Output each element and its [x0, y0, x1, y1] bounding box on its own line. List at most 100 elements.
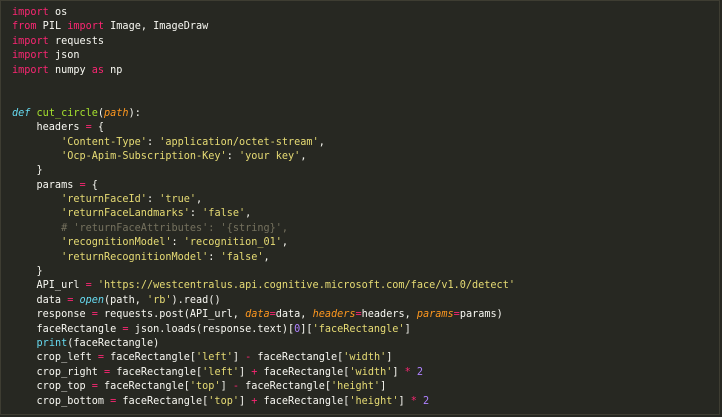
code-token: ][ — [300, 323, 313, 335]
code-token: cut_circle — [36, 107, 98, 119]
code-token: { — [91, 122, 105, 134]
code-token: 2 — [416, 366, 424, 378]
code-token: crop_left — [12, 352, 98, 364]
code-token: faceRectangle[ — [116, 395, 209, 407]
code-line[interactable]: API_url = 'https://westcentralus.api.cog… — [12, 279, 515, 293]
code-editor[interactable]: import os from PIL import Image, ImageDra… — [0, 0, 720, 415]
code-token: , — [300, 150, 307, 162]
code-line[interactable]: 'returnFaceLandmarks': 'false', — [12, 207, 515, 221]
code-line[interactable]: 'returnFaceId': 'true', — [12, 193, 515, 207]
code-token: ] — [380, 381, 387, 393]
code-token: 'left' — [202, 366, 239, 378]
code-token: json — [48, 50, 80, 62]
code-token: os — [48, 7, 68, 18]
code-token: 'top' — [189, 381, 221, 393]
code-token: requests.post(API_url, — [97, 309, 246, 321]
code-line[interactable]: import json — [12, 49, 515, 63]
code-line[interactable] — [12, 78, 515, 92]
code-token: (faceRectangle) — [67, 337, 160, 349]
code-token: ] — [238, 366, 252, 378]
code-token: 'returnFaceLandmarks' — [61, 208, 190, 220]
code-token: : — [171, 237, 184, 249]
code-token: 'height' — [349, 395, 399, 407]
code-line[interactable]: crop_right = faceRectangle['left'] + fac… — [12, 366, 515, 380]
code-line[interactable]: import numpy as np — [12, 64, 515, 78]
code-line[interactable]: crop_bottom = faceRectangle['top'] + fac… — [12, 395, 515, 409]
code-token: faceRectangle — [12, 323, 123, 335]
code-line[interactable]: } — [12, 164, 515, 178]
code-line[interactable]: from PIL import Image, ImageDraw — [12, 20, 515, 34]
code-token: faceRectangle[ — [110, 366, 203, 378]
code-token: 2 — [423, 395, 430, 407]
code-token: print — [36, 337, 68, 349]
code-line[interactable]: crop_left = faceRectangle['left'] - face… — [12, 351, 515, 365]
code-token: } — [12, 266, 43, 278]
code-token: as — [91, 64, 105, 76]
code-line[interactable]: headers = { — [12, 121, 515, 135]
code-line[interactable]: data = open(path, 'rb').read() — [12, 294, 515, 308]
code-line[interactable]: } — [12, 265, 515, 279]
code-token: ] — [238, 395, 252, 407]
code-token: , — [245, 208, 252, 220]
code-token: API_url — [12, 280, 86, 292]
code-token: 'returnFaceId' — [61, 194, 147, 206]
code-line[interactable]: crop_top = faceRectangle['top'] - faceRe… — [12, 380, 515, 394]
code-token: faceRectangle[ — [238, 381, 331, 393]
code-token: import — [67, 21, 105, 33]
code-token: crop_top — [12, 381, 92, 393]
code-token: 'height' — [331, 381, 381, 393]
code-token: 'application/octet-stream' — [159, 136, 319, 148]
code-token: : — [226, 150, 239, 162]
code-line[interactable]: import requests — [12, 35, 515, 49]
code-token: ] — [386, 352, 393, 364]
code-token: 'Content-Type' — [61, 136, 147, 148]
code-token: (path, — [104, 294, 147, 306]
code-token: faceRectangle[ — [257, 366, 350, 378]
code-token: crop_right — [12, 366, 105, 378]
code-token: 'recognitionModel' — [61, 237, 172, 249]
code-line[interactable]: faceRectangle = json.loads(response.text… — [12, 323, 515, 337]
code-line[interactable]: response = requests.post(API_url, data=d… — [12, 308, 515, 322]
code-token: faceRectangle[ — [257, 395, 350, 407]
code-line[interactable]: 'returnRecognitionModel': 'false', — [12, 251, 515, 265]
code-token: , — [196, 194, 203, 206]
code-token: faceRectangle[ — [97, 381, 190, 393]
code-token: def — [12, 107, 31, 119]
code-token: : — [146, 136, 160, 148]
code-token: Image, ImageDraw — [104, 21, 209, 33]
code-token: 'https://westcentralus.api.cognitive.mic… — [97, 280, 515, 292]
code-token: import — [12, 64, 49, 76]
code-token: import — [12, 7, 49, 18]
code-token: import — [12, 50, 49, 62]
code-line[interactable] — [12, 92, 515, 106]
code-token: 'faceRectangle' — [312, 323, 405, 335]
code-token: ).read() — [171, 294, 221, 306]
code-token: 'left' — [196, 352, 233, 364]
code-line[interactable]: params = { — [12, 179, 515, 193]
code-line[interactable]: # 'returnFaceAttributes': '{string}', — [12, 222, 515, 236]
code-token: params) — [459, 309, 503, 321]
code-line[interactable]: def cut_circle(path): — [12, 107, 515, 121]
code-line[interactable]: 'recognitionModel': 'recognition_01', — [12, 236, 515, 250]
code-token: from — [12, 21, 37, 33]
code-token: , — [281, 237, 289, 249]
code-token: 'Ocp-Apim-Subscription-Key' — [61, 150, 227, 162]
code-token: 'returnRecognitionModel' — [61, 251, 209, 263]
code-token: json.loads(response.text)[ — [128, 323, 295, 335]
code-token: crop_bottom — [12, 395, 111, 407]
code-view[interactable]: import os from PIL import Image, ImageDra… — [12, 6, 515, 409]
code-line[interactable]: print(faceRectangle) — [12, 337, 515, 351]
code-token: 'false' — [220, 251, 264, 263]
code-token: ] — [232, 352, 246, 364]
code-token: path — [104, 107, 129, 119]
code-token: ] — [392, 366, 405, 378]
code-token: requests — [48, 35, 105, 47]
code-line[interactable]: 'Ocp-Apim-Subscription-Key': 'your key', — [12, 150, 515, 164]
code-token: ] — [398, 395, 411, 407]
code-line[interactable]: import os — [12, 6, 515, 20]
code-line[interactable]: 'Content-Type': 'application/octet-strea… — [12, 136, 515, 150]
